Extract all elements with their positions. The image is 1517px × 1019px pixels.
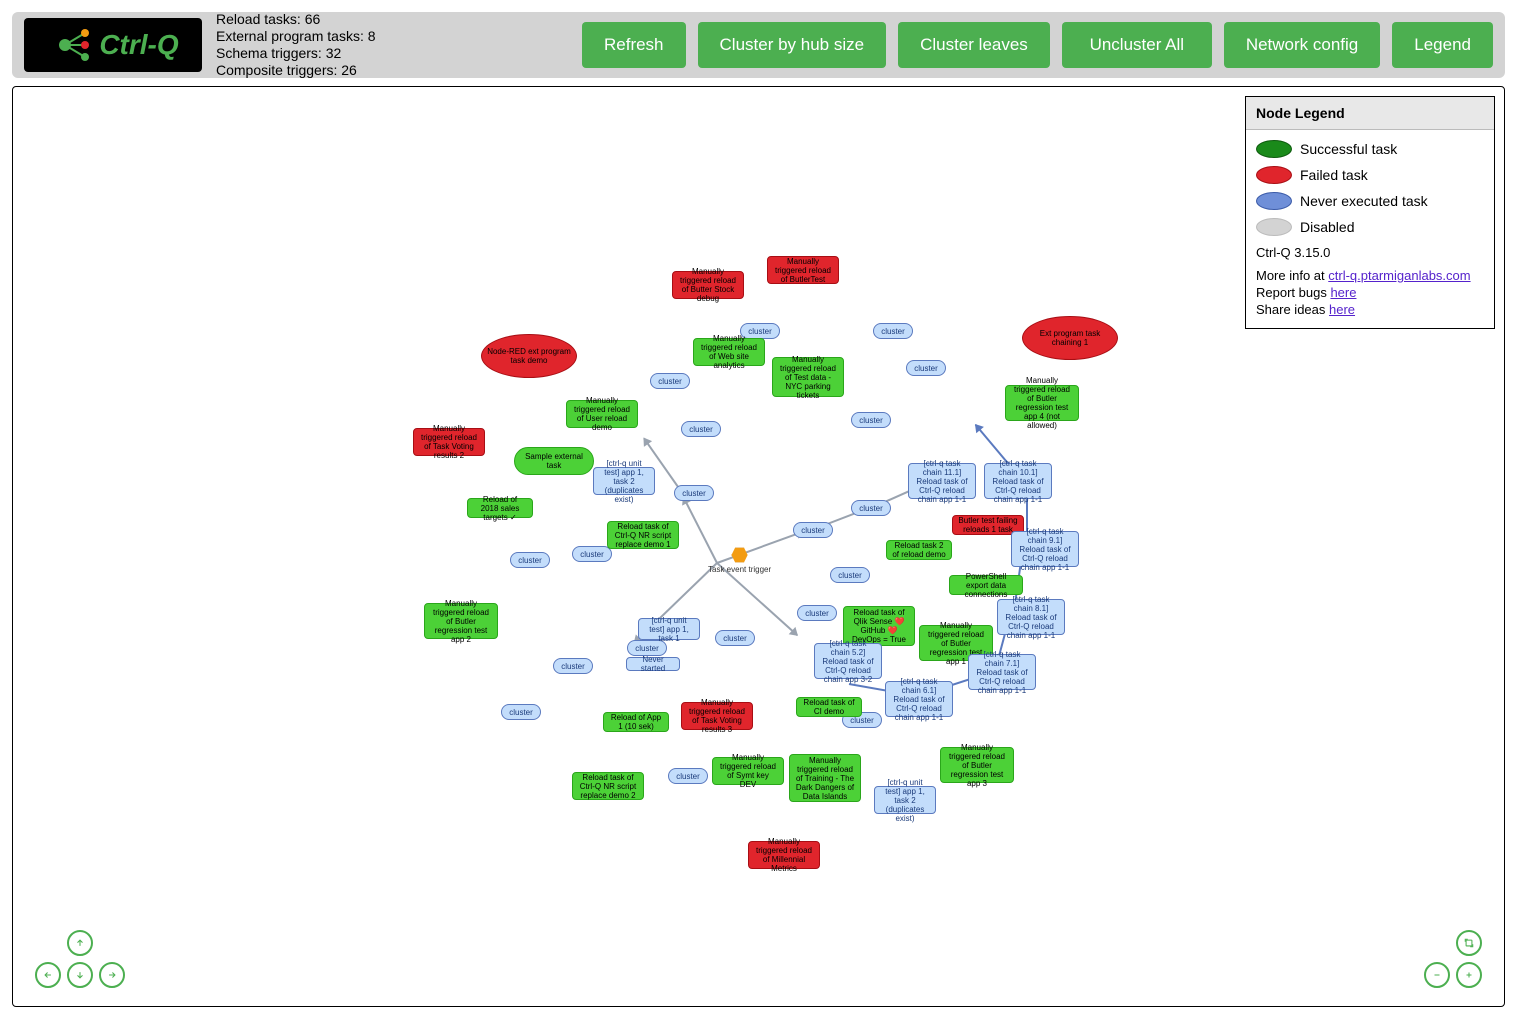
logo-text: Ctrl-Q — [99, 29, 178, 61]
success-task-node[interactable]: Manually triggered reload of Butler regr… — [940, 747, 1014, 783]
pan-right-button[interactable] — [99, 962, 125, 988]
never-task-node[interactable]: [ctrl-q task chain 5.2] Reload task of C… — [814, 643, 882, 679]
failed-task-node[interactable]: Node-RED ext program task demo — [481, 334, 577, 378]
cluster-node[interactable]: cluster — [553, 658, 593, 674]
success-task-node[interactable]: Manually triggered reload of Web site an… — [693, 338, 765, 366]
cluster-node[interactable]: cluster — [793, 522, 833, 538]
stat-composite-triggers: Composite triggers: 26 — [216, 62, 376, 79]
success-task-node[interactable]: Reload task 2 of reload demo — [886, 540, 952, 560]
stat-reload-tasks: Reload tasks: 66 — [216, 11, 376, 28]
failed-task-node[interactable]: Ext program task chaining 1 — [1022, 316, 1118, 360]
cluster-node[interactable]: cluster — [851, 412, 891, 428]
legend-shape-never-icon — [1256, 192, 1292, 210]
success-task-node[interactable]: Reload of 2018 sales targets ✓ — [467, 498, 533, 518]
success-task-node[interactable]: Manually triggered reload of Butler regr… — [424, 603, 498, 639]
task-event-trigger-label: Task event trigger — [708, 565, 771, 574]
legend-share-ideas-link[interactable]: here — [1329, 302, 1355, 317]
cluster-node[interactable]: cluster — [797, 605, 837, 621]
never-task-node[interactable]: [ctrl-q task chain 11.1] Reload task of … — [908, 463, 976, 499]
failed-task-node[interactable]: Manually triggered reload of Millennial … — [748, 841, 820, 869]
never-task-node[interactable]: [ctrl-q task chain 7.1] Reload task of C… — [968, 654, 1036, 690]
legend-report-bugs-link[interactable]: here — [1330, 285, 1356, 300]
never-task-node[interactable]: [ctrl-q unit test] app 1, task 2 (duplic… — [593, 467, 655, 495]
task-event-trigger-icon[interactable] — [731, 547, 749, 563]
failed-task-node[interactable]: Manually triggered reload of Butter Stoc… — [672, 271, 744, 299]
zoom-out-button[interactable] — [1424, 962, 1450, 988]
zoom-in-button[interactable] — [1456, 962, 1482, 988]
cluster-leaves-button[interactable]: Cluster leaves — [898, 22, 1050, 68]
success-task-node[interactable]: Sample external task — [514, 447, 594, 475]
fit-view-button[interactable] — [1456, 930, 1482, 956]
legend-version: Ctrl-Q 3.15.0 — [1256, 244, 1484, 261]
success-task-node[interactable]: PowerShell export data connections — [949, 575, 1023, 595]
cluster-node[interactable]: cluster — [851, 500, 891, 516]
legend-item-successful: Successful task — [1256, 140, 1484, 158]
failed-task-node[interactable]: Manually triggered reload of Task Voting… — [413, 428, 485, 456]
cluster-node[interactable]: cluster — [650, 373, 690, 389]
success-task-node[interactable]: Reload task of CI demo — [796, 697, 862, 717]
never-task-node[interactable]: [ctrl-q unit test] app 1, task 2 (duplic… — [874, 786, 936, 814]
legend-button[interactable]: Legend — [1392, 22, 1493, 68]
legend-shape-success-icon — [1256, 140, 1292, 158]
never-task-node[interactable]: Never started — [626, 657, 680, 671]
pan-down-button[interactable] — [67, 962, 93, 988]
logo: Ctrl-Q — [24, 18, 202, 72]
cluster-node[interactable]: cluster — [830, 567, 870, 583]
cluster-node[interactable]: cluster — [681, 421, 721, 437]
success-task-node[interactable]: Reload task of Ctrl-Q NR script replace … — [572, 772, 644, 800]
cluster-node[interactable]: cluster — [674, 485, 714, 501]
failed-task-node[interactable]: Manually triggered reload of ButlerTest — [767, 256, 839, 284]
success-task-node[interactable]: Manually triggered reload of User reload… — [566, 400, 638, 428]
cluster-node[interactable]: cluster — [715, 630, 755, 646]
success-task-node[interactable]: Manually triggered reload of Test data -… — [772, 357, 844, 397]
success-task-node[interactable]: Reload of App 1 (10 sek) — [603, 712, 669, 732]
cluster-node[interactable]: cluster — [501, 704, 541, 720]
pan-up-button[interactable] — [67, 930, 93, 956]
success-task-node[interactable]: Manually triggered reload of Symt key DE… — [712, 757, 784, 785]
cluster-node[interactable]: cluster — [510, 552, 550, 568]
never-task-node[interactable]: [ctrl-q unit test] app 1, task 1 — [638, 618, 700, 640]
success-task-node[interactable]: Reload task of Ctrl-Q NR script replace … — [607, 521, 679, 549]
legend-more-info-link[interactable]: ctrl-q.ptarmiganlabs.com — [1328, 268, 1470, 283]
legend-item-failed: Failed task — [1256, 166, 1484, 184]
failed-task-node[interactable]: Manually triggered reload of Task Voting… — [681, 702, 753, 730]
legend-title: Node Legend — [1246, 97, 1494, 130]
cluster-node[interactable]: cluster — [572, 546, 612, 562]
never-task-node[interactable]: [ctrl-q task chain 10.1] Reload task of … — [984, 463, 1052, 499]
legend-item-never: Never executed task — [1256, 192, 1484, 210]
legend-shape-failed-icon — [1256, 166, 1292, 184]
success-task-node[interactable]: Manually triggered reload of Training - … — [789, 754, 861, 802]
never-task-node[interactable]: [ctrl-q task chain 6.1] Reload task of C… — [885, 681, 953, 717]
pan-left-button[interactable] — [35, 962, 61, 988]
success-task-node[interactable]: Manually triggered reload of Butler regr… — [1005, 385, 1079, 421]
uncluster-all-button[interactable]: Uncluster All — [1062, 22, 1212, 68]
cluster-node[interactable]: cluster — [873, 323, 913, 339]
stat-schema-triggers: Schema triggers: 32 — [216, 45, 376, 62]
cluster-by-hub-button[interactable]: Cluster by hub size — [698, 22, 887, 68]
refresh-button[interactable]: Refresh — [582, 22, 686, 68]
legend-panel: Node Legend Successful task Failed task … — [1245, 96, 1495, 329]
legend-shape-disabled-icon — [1256, 218, 1292, 236]
legend-item-disabled: Disabled — [1256, 218, 1484, 236]
stat-ext-prog-tasks: External program tasks: 8 — [216, 28, 376, 45]
never-task-node[interactable]: [ctrl-q task chain 9.1] Reload task of C… — [1011, 531, 1079, 567]
cluster-node[interactable]: cluster — [906, 360, 946, 376]
network-config-button[interactable]: Network config — [1224, 22, 1380, 68]
header-stats: Reload tasks: 66 External program tasks:… — [216, 11, 376, 79]
never-task-node[interactable]: [ctrl-q task chain 8.1] Reload task of C… — [997, 599, 1065, 635]
cluster-node[interactable]: cluster — [668, 768, 708, 784]
